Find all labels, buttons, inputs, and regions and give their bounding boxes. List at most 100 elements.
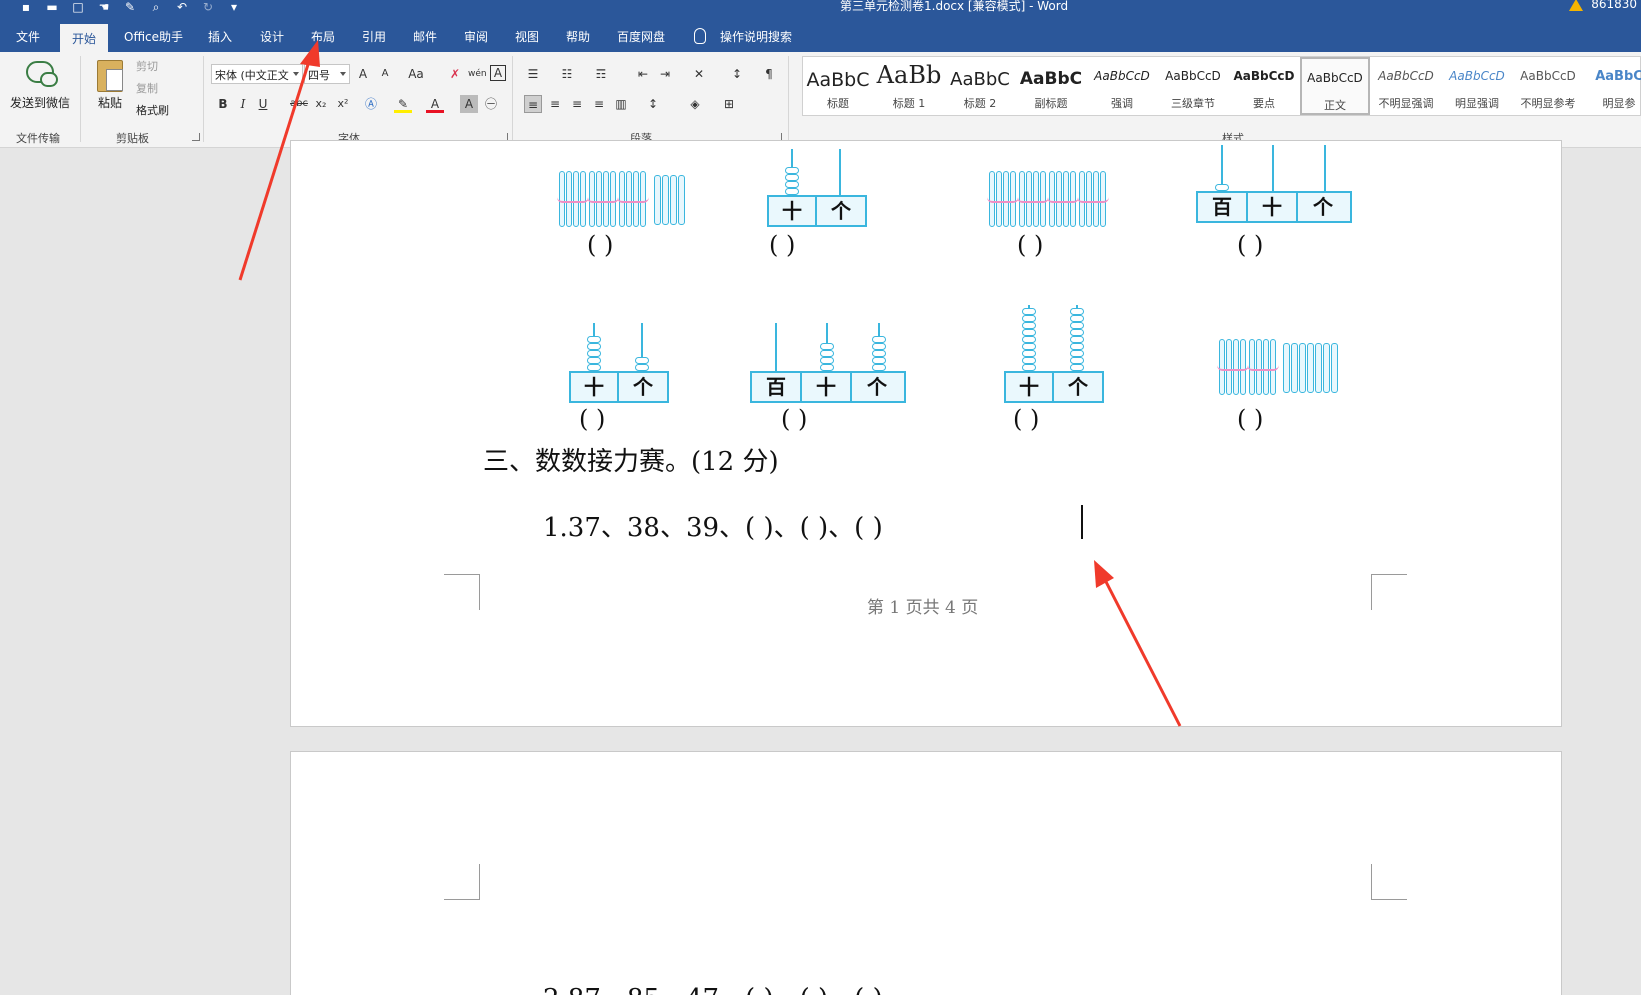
tab-design[interactable]: 设计 [260,28,284,45]
character-shading-icon[interactable]: A [460,95,478,113]
lightbulb-icon[interactable] [694,28,706,44]
abacus-frame: 百 十 个 [750,371,906,403]
document-page-1[interactable]: ( ) 十 个 ( ) ( ) 百 十 个 () 十 个 () 百 十 个 … [290,140,1562,727]
answer-blank[interactable]: ( ) [1017,231,1043,259]
borders-icon[interactable]: ⊞ [720,95,738,113]
numbering-icon[interactable]: ☷ [558,65,576,83]
line-spacing-icon[interactable]: ↕ [644,95,662,113]
answer-blank[interactable]: ( ) [1237,405,1263,433]
abacus-tens-ones: 十 个 [1004,305,1104,403]
tab-help[interactable]: 帮助 [566,28,590,45]
style-subtitle[interactable]: AaBbC 副标题 [1016,57,1086,115]
style-title[interactable]: AaBbC 标题 [803,57,873,115]
wechat-icon[interactable] [26,61,58,87]
answer-blank[interactable]: ( ) [781,405,807,433]
tab-mailings[interactable]: 邮件 [413,28,437,45]
answer-blank[interactable]: ( ) [1237,231,1263,259]
shading-icon[interactable]: ◈ [686,95,704,113]
superscript-button[interactable]: x² [334,95,352,113]
font-name-combo[interactable]: 宋体 (中文正文 [211,64,303,84]
style-level3-section[interactable]: AaBbCcD 三级章节 [1158,57,1228,115]
font-color-icon[interactable]: A [426,95,444,113]
print-preview-icon[interactable]: ⌕ [148,1,164,13]
document-page-2[interactable]: 2.87、85、47、( )、( )、( ) [290,751,1562,995]
customize-icon[interactable]: ▾ [226,1,242,13]
subscript-button[interactable]: x₂ [312,95,330,113]
italic-button[interactable]: I [234,95,252,113]
tab-home[interactable]: 开始 [60,24,109,52]
redo-icon[interactable]: ↻ [200,1,216,13]
underline-button[interactable]: U [254,95,272,113]
style-subtle-reference[interactable]: AaBbCcD 不明显参考 [1513,57,1583,115]
style-name: 不明显参考 [1520,97,1576,110]
tab-file[interactable]: 文件 [16,28,40,45]
style-heading-2[interactable]: AaBbC 标题 2 [945,57,1015,115]
tab-layout[interactable]: 布局 [311,28,335,45]
decrease-indent-icon[interactable]: ⇤ [634,65,652,83]
grow-font-icon[interactable]: A [354,65,372,83]
clear-formatting-icon[interactable]: ✗ [446,65,464,83]
save-icon[interactable]: ▪ [18,1,34,13]
change-case-button[interactable]: Aa [404,65,428,83]
paste-button[interactable]: 粘贴 [98,94,122,111]
style-subtle-emphasis[interactable]: AaBbCcD 不明显强调 [1371,57,1441,115]
tell-me-search[interactable]: 操作说明搜索 [720,28,792,45]
tab-references[interactable]: 引用 [362,28,386,45]
text-effects-icon[interactable]: Ⓐ [362,95,380,113]
style-preview: AaBbCcD [1307,71,1363,85]
format-painter-icon[interactable]: ✎ [122,1,138,13]
copy-button[interactable]: 复制 [136,80,158,96]
style-preview: AaBbCcD [1165,69,1221,83]
cut-button[interactable]: 剪切 [136,58,158,74]
bullets-icon[interactable]: ☰ [524,65,542,83]
style-normal[interactable]: AaBbCcD 正文 [1300,57,1370,115]
tab-office-assistant[interactable]: Office助手 [124,28,183,45]
answer-blank[interactable]: ( ) [587,231,613,259]
align-center-icon[interactable]: ≡ [546,95,564,113]
format-painter-button[interactable]: 格式刷 [136,102,169,118]
open-icon[interactable]: ▬ [44,1,60,13]
character-border-icon[interactable]: A [490,65,506,81]
sort-icon[interactable]: ↕ [728,65,746,83]
multilevel-list-icon[interactable]: ☶ [592,65,610,83]
single-stick [1299,343,1306,393]
enclosed-characters-icon[interactable]: ㊀ [482,95,500,113]
bold-button[interactable]: B [214,95,232,113]
style-heading-1[interactable]: AaBb 标题 1 [874,57,944,115]
font-size-combo[interactable]: 四号 [304,64,350,84]
paste-icon[interactable] [97,60,123,92]
shrink-font-icon[interactable]: A [376,65,394,83]
highlight-color-icon[interactable]: ✎ [394,95,412,113]
warning-icon[interactable] [1569,0,1584,11]
tab-review[interactable]: 审阅 [464,28,488,45]
undo-icon[interactable]: ↶ [174,1,190,13]
phonetic-guide-button[interactable]: wén [468,65,487,83]
style-intense-reference[interactable]: AaBbC 明显参 [1584,57,1641,115]
justify-icon[interactable]: ≡ [590,95,608,113]
strikethrough-button[interactable]: abc [288,95,310,113]
show-marks-icon[interactable]: ¶ [760,65,778,83]
distributed-icon[interactable]: ▥ [612,95,630,113]
answer-blank[interactable]: ( ) [769,231,795,259]
align-right-icon[interactable]: ≡ [568,95,586,113]
user-area[interactable]: 861830 [1569,0,1637,11]
align-left-icon[interactable]: ≡ [524,95,542,113]
question-1-line[interactable]: 1.37、38、39、( )、( )、( ) [543,507,883,544]
style-emphasis[interactable]: AaBbCcD 强调 [1087,57,1157,115]
tab-baidu-netdisk[interactable]: 百度网盘 [617,28,665,45]
chinese-layout-icon[interactable]: ✕ [690,65,708,83]
single-stick [678,175,685,225]
answer-blank[interactable]: ( ) [1013,405,1039,433]
new-icon[interactable]: □ [70,1,86,13]
tab-insert[interactable]: 插入 [208,28,232,45]
touch-mode-icon[interactable]: ☚ [96,1,112,13]
style-key-point[interactable]: AaBbCcD 要点 [1229,57,1299,115]
answer-blank[interactable]: ( ) [579,405,605,433]
tab-view[interactable]: 视图 [515,28,539,45]
increase-indent-icon[interactable]: ⇥ [656,65,674,83]
send-to-wechat-button[interactable]: 发送到微信 [10,94,70,111]
style-intense-emphasis[interactable]: AaBbCcD 明显强调 [1442,57,1512,115]
clipboard-launcher[interactable] [192,133,200,141]
place-ones: 个 [867,375,887,399]
question-2-line[interactable]: 2.87、85、47、( )、( )、( ) [543,978,883,995]
